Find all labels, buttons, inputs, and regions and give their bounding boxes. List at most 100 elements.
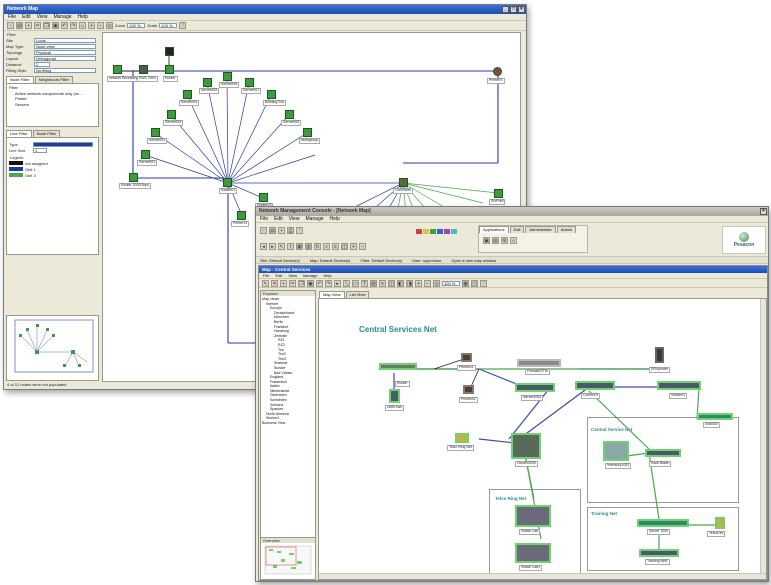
device-server-4004[interactable] (515, 383, 555, 392)
color-swatch[interactable] (423, 229, 429, 234)
grid-icon[interactable]: ▦ (462, 279, 469, 287)
group-icon[interactable]: ◫ (388, 279, 395, 287)
line-size-stepper[interactable]: 1 (33, 147, 47, 153)
color-palette[interactable] (416, 229, 457, 234)
properties-icon[interactable]: ≡ (332, 243, 339, 250)
open-icon[interactable]: ▤ (269, 227, 276, 234)
zoom-out-icon[interactable]: − (359, 243, 366, 250)
network-node[interactable] (165, 47, 174, 56)
device-sw6000[interactable] (697, 413, 733, 420)
delete-icon[interactable]: ✕ (271, 279, 278, 287)
horizontal-scrollbar[interactable] (319, 573, 766, 579)
menu-file[interactable]: File (263, 273, 269, 278)
color-swatch[interactable] (444, 229, 450, 234)
menu-view[interactable]: View (288, 273, 297, 278)
close-button[interactable]: × (760, 208, 767, 215)
zoom-fit-icon[interactable]: ◎ (433, 279, 440, 287)
network-node[interactable] (285, 110, 294, 119)
help-icon[interactable]: ? (179, 22, 187, 29)
overview-minimap[interactable] (261, 543, 315, 577)
tab-line-filter[interactable]: Line Filter (6, 130, 32, 137)
new-icon[interactable]: ▫ (7, 22, 14, 29)
tab-neighbours-filter[interactable]: Neighbours Filter (34, 76, 74, 83)
device-core-4001[interactable] (575, 381, 615, 390)
forward-icon[interactable]: ▸ (269, 243, 276, 250)
select-icon[interactable]: ↖ (278, 243, 285, 250)
device-telco-dev[interactable] (715, 517, 725, 529)
menu-view[interactable]: View (37, 14, 48, 20)
app-icon[interactable]: ⚙ (501, 237, 508, 244)
network-node[interactable] (139, 65, 148, 74)
layout-select[interactable]: Orthogonal (34, 55, 96, 61)
menu-manage[interactable]: Manage (303, 273, 317, 278)
site-select[interactable]: Local (34, 37, 96, 43)
device-router[interactable] (379, 363, 417, 370)
menu-manage[interactable]: Manage (53, 14, 71, 20)
network-node[interactable] (223, 178, 232, 187)
find-icon[interactable]: ⌕ (323, 243, 330, 250)
network-node[interactable] (237, 211, 246, 220)
line-icon[interactable]: ╲ (343, 279, 350, 287)
zoom-in-icon[interactable]: + (88, 22, 95, 29)
filter-item[interactable]: Servers (9, 102, 96, 108)
minimize-button[interactable]: _ (502, 6, 509, 13)
bring-front-icon[interactable]: ◧ (397, 279, 404, 287)
device-firewall[interactable] (517, 359, 561, 367)
back-overview[interactable] (6, 315, 99, 381)
network-node[interactable] (303, 128, 312, 137)
tab-administrate[interactable]: Administrate (525, 226, 556, 233)
zoom-out-icon[interactable]: − (97, 22, 104, 29)
grid-icon[interactable]: ▦ (296, 243, 303, 250)
device-printer-a2[interactable] (463, 385, 474, 394)
network-node[interactable] (167, 110, 176, 119)
lock-icon[interactable]: ▪ (280, 279, 287, 287)
menu-file[interactable]: File (260, 216, 268, 222)
device-switch-01[interactable] (657, 381, 701, 390)
layout-icon[interactable]: ◳ (471, 279, 478, 287)
network-node[interactable] (399, 178, 408, 187)
zoom-in-icon[interactable]: + (415, 279, 422, 287)
tab-map-view[interactable]: Map View (319, 291, 345, 298)
device-srv-printer[interactable] (655, 347, 664, 363)
color-swatch[interactable] (437, 229, 443, 234)
device-switch-lab[interactable] (515, 505, 551, 527)
menu-view[interactable]: View (289, 216, 300, 222)
zoom-out-icon[interactable]: − (424, 279, 431, 287)
network-node[interactable] (223, 72, 232, 81)
device-inventory[interactable] (603, 441, 629, 461)
align-icon[interactable]: ≡ (379, 279, 386, 287)
network-node[interactable] (113, 65, 122, 74)
tab-node-filter[interactable]: Node Filter (6, 76, 34, 83)
network-node[interactable] (493, 67, 502, 76)
home-icon[interactable]: ⌂ (79, 22, 86, 29)
close-button[interactable]: × (518, 6, 525, 13)
menu-help[interactable]: Help (323, 273, 331, 278)
tree-item[interactable]: Business View (262, 421, 314, 426)
paste-icon[interactable]: ▣ (52, 22, 59, 29)
zoom-fit-icon[interactable]: ◎ (106, 22, 113, 29)
menu-manage[interactable]: Manage (305, 216, 323, 222)
tab-edit[interactable]: Edit (509, 226, 525, 233)
device-cluster-4000[interactable] (511, 433, 541, 459)
line-type-select[interactable] (33, 141, 93, 147)
zoom-in-icon[interactable]: + (350, 243, 357, 250)
network-node[interactable] (165, 65, 174, 74)
redo-icon[interactable]: ↷ (70, 22, 77, 29)
device-umb-hub[interactable] (389, 389, 400, 403)
color-swatch[interactable] (416, 229, 422, 234)
device-telco-ring[interactable] (455, 433, 469, 443)
cut-icon[interactable]: ✂ (289, 279, 296, 287)
pointer-icon[interactable]: ▸ (334, 279, 341, 287)
network-node[interactable] (129, 173, 138, 182)
redo-icon[interactable]: ↷ (325, 279, 332, 287)
network-node[interactable] (259, 193, 268, 202)
app-icon[interactable]: ⌕ (510, 237, 517, 244)
menu-edit[interactable]: Edit (275, 273, 282, 278)
device-server-1000[interactable] (637, 519, 689, 527)
new-icon[interactable]: ▫ (260, 227, 267, 234)
chart-icon[interactable]: ▥ (305, 243, 312, 250)
color-swatch[interactable] (430, 229, 436, 234)
network-node[interactable] (267, 90, 276, 99)
device-rack-blade[interactable] (645, 449, 681, 457)
menu-edit[interactable]: Edit (22, 14, 31, 20)
